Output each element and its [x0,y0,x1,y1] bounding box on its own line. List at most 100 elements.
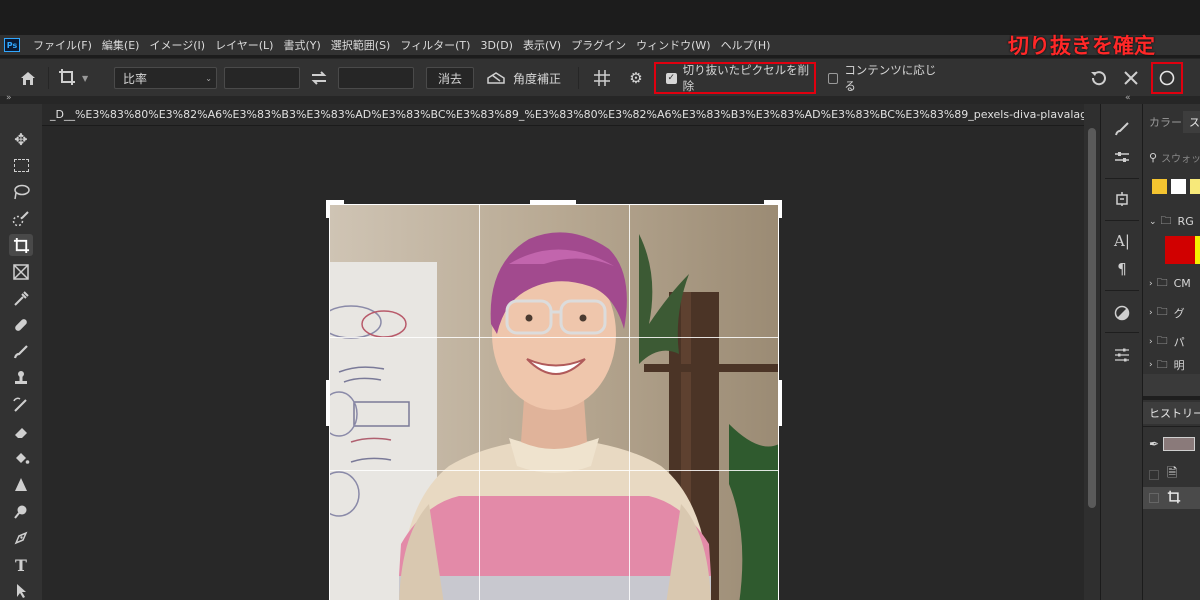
folder-icon: 🗀 [1156,276,1168,289]
gear-icon[interactable]: ⚙ [626,67,646,89]
history-state-open[interactable]: 🗎 [1149,464,1177,486]
width-field[interactable] [224,67,300,89]
frame-tool-icon[interactable] [9,261,33,283]
brush-settings-icon[interactable] [1110,118,1134,140]
panel-dock-icons: A| ¶ [1100,104,1142,600]
crop-handle-top-left-vertical[interactable] [326,200,330,218]
swatch-group-rgb[interactable]: ⌄ 🗀 RG [1149,212,1194,231]
swatch-color-2[interactable] [1171,179,1186,194]
collapse-right-icon[interactable]: « [1125,93,1131,103]
crop-tool-preset-picker[interactable]: ▼ [58,67,98,89]
history-state-crop[interactable] [1143,487,1200,509]
swatch-group-light[interactable]: › 🗀 明 [1149,359,1185,371]
group-label: パ [1173,335,1185,349]
photoshop-logo: Ps [4,38,20,52]
panel-collapse-strip: » « [0,93,1200,104]
pen-tool-icon[interactable] [9,527,33,549]
options-bar: ▼ 比率 ⌄ 消去 角度補正 ⚙ ✓ 切り抜いたピクセルを削除 コンテンツに応じ… [0,58,1200,96]
menu-plugins[interactable]: プラグイン [566,37,631,53]
clear-button[interactable]: 消去 [426,67,474,89]
channels-sliders-icon[interactable] [1110,344,1134,366]
folder-icon: 🗀 [1160,214,1172,227]
crop-handle-left-center[interactable] [326,380,330,426]
eyedropper-tool-icon[interactable] [9,288,33,310]
crop-frame[interactable] [329,204,779,600]
group-swatch-yellow[interactable] [1195,236,1200,264]
straighten-label: 角度補正 [513,71,562,86]
panel-footer [1143,374,1200,396]
height-field[interactable] [338,67,414,89]
tab-swatches[interactable]: ス [1183,111,1200,133]
clone-stamp-tool-icon[interactable] [9,367,33,389]
crop-tool-icon[interactable] [9,234,33,256]
vertical-scrollbar[interactable] [1084,104,1100,600]
healing-brush-tool-icon[interactable] [9,314,33,336]
menu-filter[interactable]: フィルター(T) [395,37,475,53]
tools-panel: ✥ T [0,104,42,600]
history-brush-tool-icon[interactable] [9,394,33,416]
quick-selection-tool-icon[interactable] [9,208,33,230]
scrollbar-thumb[interactable] [1088,128,1096,508]
chevron-down-icon: ⌄ [1149,216,1157,227]
menu-image[interactable]: イメージ(I) [144,37,210,53]
swap-arrows-icon[interactable] [308,67,330,89]
crop-handle-top-right-vertical[interactable] [778,200,782,218]
menu-window[interactable]: ウィンドウ(W) [631,37,715,53]
adjustments-icon[interactable] [1110,302,1134,324]
checkbox-unchecked-icon [828,72,839,84]
history-snapshot[interactable]: ✒ [1149,437,1196,451]
path-selection-tool-icon[interactable] [9,580,33,600]
expand-left-icon[interactable]: » [6,93,12,103]
menu-help[interactable]: ヘルプ(H) [716,37,776,53]
canvas-area[interactable] [42,126,1084,600]
tab-history[interactable]: ヒストリー [1143,402,1200,424]
reset-icon[interactable] [1087,67,1109,89]
paint-bucket-tool-icon[interactable] [9,447,33,469]
group-label: 明 [1173,359,1185,371]
paragraph-panel-icon[interactable]: ¶ [1110,258,1134,280]
swatch-color-3[interactable] [1190,179,1200,194]
menu-3d[interactable]: 3D(D) [475,39,518,52]
lasso-tool-icon[interactable] [9,181,33,203]
character-panel-icon[interactable]: A| [1110,230,1134,252]
move-tool-icon[interactable]: ✥ [9,128,33,150]
home-icon[interactable] [16,67,40,89]
swatch-group-cmyk[interactable]: › 🗀 CM [1149,274,1191,293]
menu-edit[interactable]: 編集(E) [97,37,145,53]
menu-view[interactable]: 表示(V) [518,37,566,53]
menu-select[interactable]: 選択範囲(S) [326,37,396,53]
chevron-right-icon: › [1149,360,1153,370]
swatch-search[interactable]: ⚲ スウォッ [1149,148,1200,166]
swatch-color-1[interactable] [1152,179,1167,194]
crop-handle-top-center[interactable] [530,200,576,204]
properties-icon[interactable] [1110,188,1134,210]
crop-handle-right-center[interactable] [778,380,782,426]
chevron-right-icon: › [1149,336,1153,347]
folder-icon: 🗀 [1156,334,1168,347]
swatch-group-gray[interactable]: › 🗀 グ [1149,303,1185,322]
grid-overlay-icon[interactable] [591,67,613,89]
marquee-tool-icon[interactable] [9,154,33,176]
content-aware-checkbox[interactable]: コンテンツに応じる [828,63,940,93]
delete-cropped-highlight [654,62,816,94]
straighten-button[interactable]: 角度補正 [486,67,570,89]
menu-layer[interactable]: レイヤー(L) [210,37,278,53]
menu-type[interactable]: 書式(Y) [278,37,325,53]
menu-file[interactable]: ファイル(F) [28,37,97,53]
straighten-icon [486,70,506,87]
type-tool-icon[interactable]: T [9,554,33,576]
swatch-group-pastel[interactable]: › 🗀 パ [1149,332,1185,351]
blur-tool-icon[interactable] [9,474,33,496]
commit-highlight [1151,62,1183,94]
chevron-right-icon: › [1149,307,1153,318]
close-icon[interactable] [1120,67,1142,89]
brush-tool-icon[interactable] [9,341,33,363]
crop-icon [58,68,76,89]
group-swatch-red[interactable] [1165,236,1195,264]
eraser-tool-icon[interactable] [9,421,33,443]
ratio-select[interactable]: 比率 ⌄ [114,67,217,89]
tab-color[interactable]: カラー [1143,111,1188,133]
document-tab[interactable]: _D__%E3%83%80%E3%82%A6%E3%83%B3%E3%83%AD… [42,104,1084,126]
adjustment-presets-icon[interactable] [1110,146,1134,168]
dodge-tool-icon[interactable] [9,501,33,523]
